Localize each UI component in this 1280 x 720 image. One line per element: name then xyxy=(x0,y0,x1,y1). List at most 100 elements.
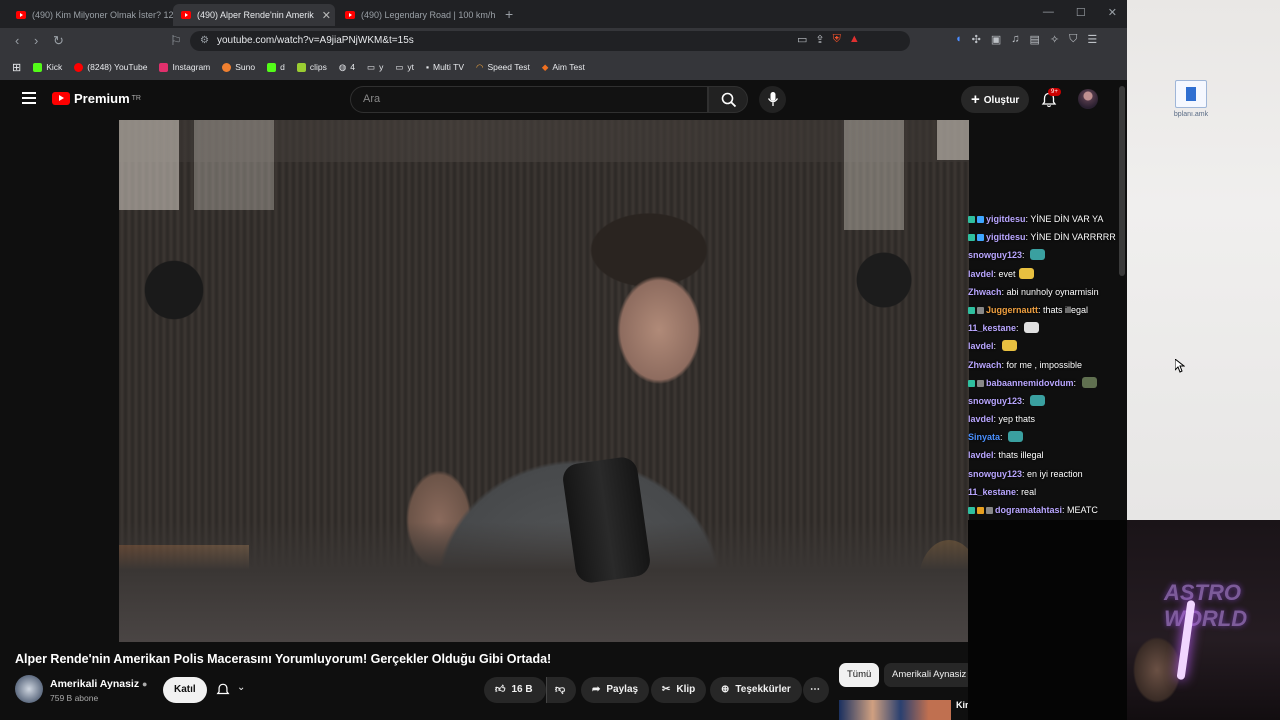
puzzle-icon[interactable]: ✣ xyxy=(972,33,981,46)
share-icon[interactable]: ⇪ xyxy=(815,33,824,46)
youtube-favicon-icon xyxy=(181,11,191,19)
browser-tab-active[interactable]: (490) Alper Rende'nin Amerik ✕ xyxy=(173,4,335,26)
search-input[interactable]: Ara xyxy=(350,86,708,113)
chat-username: 11_kestane xyxy=(968,323,1017,334)
bookmarks-bar: ⊞ Kick (8248) YouTube Instagram Suno d c… xyxy=(0,54,1127,81)
chevron-down-icon: ⌄ xyxy=(237,682,246,693)
minimize-icon[interactable]: — xyxy=(1043,6,1054,19)
tab-label: (490) Alper Rende'nin Amerik xyxy=(197,10,314,20)
brave-shield-icon[interactable]: ⛨ xyxy=(833,33,841,46)
browser-tab[interactable]: (490) Legendary Road | 100 km/h - Y xyxy=(337,4,497,26)
bookmark-item[interactable]: ◆ Aim Test xyxy=(542,62,585,73)
stream-chat-overlay: yigitdesu: YİNE DİN VAR YA yigitdesu: YİN… xyxy=(968,210,1128,518)
neon-sign: ASTRO WORLD xyxy=(1164,580,1248,631)
more-actions-button[interactable]: ⋯ xyxy=(803,677,829,703)
clip-button[interactable]: ✂ Klip xyxy=(651,677,707,703)
maximize-icon[interactable]: ☐ xyxy=(1076,6,1086,19)
chat-text: MEATC xyxy=(1067,505,1098,515)
bookmark-item[interactable]: Instagram xyxy=(159,62,210,72)
chat-text: yep thats xyxy=(998,414,1036,425)
join-button[interactable]: Katıl xyxy=(163,677,207,703)
wallet-icon[interactable]: ▤ xyxy=(1030,33,1040,46)
desktop-file-label: bplanı.amk xyxy=(1173,111,1209,118)
bookmark-folder[interactable]: ▭ y xyxy=(367,62,383,73)
thanks-icon: ⊕ xyxy=(721,684,730,695)
create-button[interactable]: + Oluştur xyxy=(961,86,1030,113)
youtube-favicon-icon xyxy=(345,11,355,19)
like-button[interactable]: 👍︎ 16 B xyxy=(484,677,546,703)
extension-icon[interactable]: ◖ xyxy=(955,33,962,46)
account-avatar[interactable] xyxy=(1078,89,1098,109)
bookmark-icon[interactable]: ⚐ xyxy=(170,33,182,49)
chat-username: lavdel xyxy=(968,268,994,279)
bookmark-item[interactable]: Kick xyxy=(33,62,62,72)
folder-icon: ▭ xyxy=(367,61,376,72)
chat-text: evet xyxy=(998,268,1016,279)
chat-badge-icon xyxy=(986,507,993,514)
speedtest-icon: ◠ xyxy=(476,61,484,72)
bookmark-item[interactable]: d xyxy=(267,62,285,72)
chip-channel[interactable]: Amerikali Aynasiz xyxy=(884,663,975,687)
video-player[interactable] xyxy=(119,120,969,642)
tab-bar: (490) Kim Milyoner Olmak İster? 120 (490… xyxy=(0,0,1127,28)
dislike-button[interactable]: 👎︎ xyxy=(546,677,576,703)
youtube-premium-logo[interactable]: Premium TR xyxy=(52,91,141,106)
page-icon: ▪ xyxy=(425,62,429,72)
chat-username: Zhwach xyxy=(968,359,1002,370)
close-window-icon[interactable]: ✕ xyxy=(1108,6,1117,19)
forward-icon[interactable]: › xyxy=(34,33,38,48)
leo-icon[interactable]: ✧ xyxy=(1050,33,1059,46)
next-video-thumbnail[interactable] xyxy=(839,700,951,720)
new-tab-icon[interactable]: + xyxy=(505,6,513,22)
share-button[interactable]: ➦ Paylaş xyxy=(581,677,650,703)
chat-username: yigitdesu xyxy=(986,214,1026,224)
voice-search-button[interactable] xyxy=(759,86,786,113)
back-icon[interactable]: ‹ xyxy=(15,33,19,48)
subscriber-count: 759 B abone xyxy=(50,693,99,703)
desktop-file-icon[interactable]: bplanı.amk xyxy=(1170,80,1212,118)
chat-message: Zhwach: abi nunholy oynarmisin xyxy=(968,286,1099,297)
globe-icon: ◍ xyxy=(338,61,347,72)
chat-text: YİNE DİN VAR YA xyxy=(1030,214,1104,224)
share-arrow-icon: ➦ xyxy=(592,684,601,695)
channel-name[interactable]: Amerikali Aynasiz ● xyxy=(50,678,147,690)
chat-message: 11_kestane: real xyxy=(968,486,1037,497)
reload-icon[interactable]: ↻ xyxy=(53,33,64,49)
bookmark-item[interactable]: ◍ 4 xyxy=(339,62,355,73)
close-tab-icon[interactable]: ✕ xyxy=(322,9,331,22)
notification-badge: 9+ xyxy=(1048,88,1061,96)
thanks-button[interactable]: ⊕ Teşekkürler xyxy=(710,677,802,703)
chat-username: babaannemidovdum xyxy=(986,377,1074,388)
bookmark-folder[interactable]: ▭ yt xyxy=(395,62,414,73)
chat-username: lavdel xyxy=(968,341,994,352)
youtube-logo-icon xyxy=(52,92,70,105)
youtube-icon xyxy=(74,62,84,72)
vpn-icon[interactable]: ⛉ xyxy=(1069,33,1077,46)
podcast-microphone xyxy=(561,455,652,585)
bookmark-item[interactable]: ▪ Multi TV xyxy=(426,62,464,72)
bookmark-item[interactable]: Suno xyxy=(222,62,255,72)
brave-rewards-icon[interactable]: ▲ xyxy=(849,33,860,46)
channel-avatar[interactable] xyxy=(15,675,43,703)
music-icon[interactable]: ♫ xyxy=(1011,33,1019,46)
bookmark-item[interactable]: clips xyxy=(296,62,327,72)
window-controls: — ☐ ✕ xyxy=(1043,6,1117,19)
apps-grid-icon[interactable]: ⊞ xyxy=(12,61,21,74)
menu-icon[interactable]: ☰ xyxy=(1087,33,1097,46)
chat-message: snowguy123: xyxy=(968,246,1128,264)
chip-all[interactable]: Tümü xyxy=(839,663,880,687)
browser-tab[interactable]: (490) Kim Milyoner Olmak İster? 120 xyxy=(8,4,173,26)
site-info-icon[interactable]: ⚙ xyxy=(200,31,209,51)
search-icon xyxy=(721,92,737,108)
hamburger-menu-icon[interactable] xyxy=(22,92,36,107)
bookmark-item[interactable]: ◠ Speed Test xyxy=(476,62,530,73)
video-title: Alper Rende'nin Amerikan Polis Macerasın… xyxy=(15,652,552,666)
chat-username: Juggernautt xyxy=(986,304,1039,315)
chat-text: abi nunholy oynarmisin xyxy=(1006,286,1099,297)
bookmark-item[interactable]: (8248) YouTube xyxy=(74,62,147,72)
webcam-overlay: ASTRO WORLD xyxy=(1127,520,1280,720)
search-button[interactable] xyxy=(708,86,748,113)
subscription-bell-button[interactable]: ⌄ xyxy=(210,677,255,703)
screenshot-icon[interactable]: ▣ xyxy=(991,33,1001,46)
cast-icon[interactable]: ▭ xyxy=(797,33,807,46)
